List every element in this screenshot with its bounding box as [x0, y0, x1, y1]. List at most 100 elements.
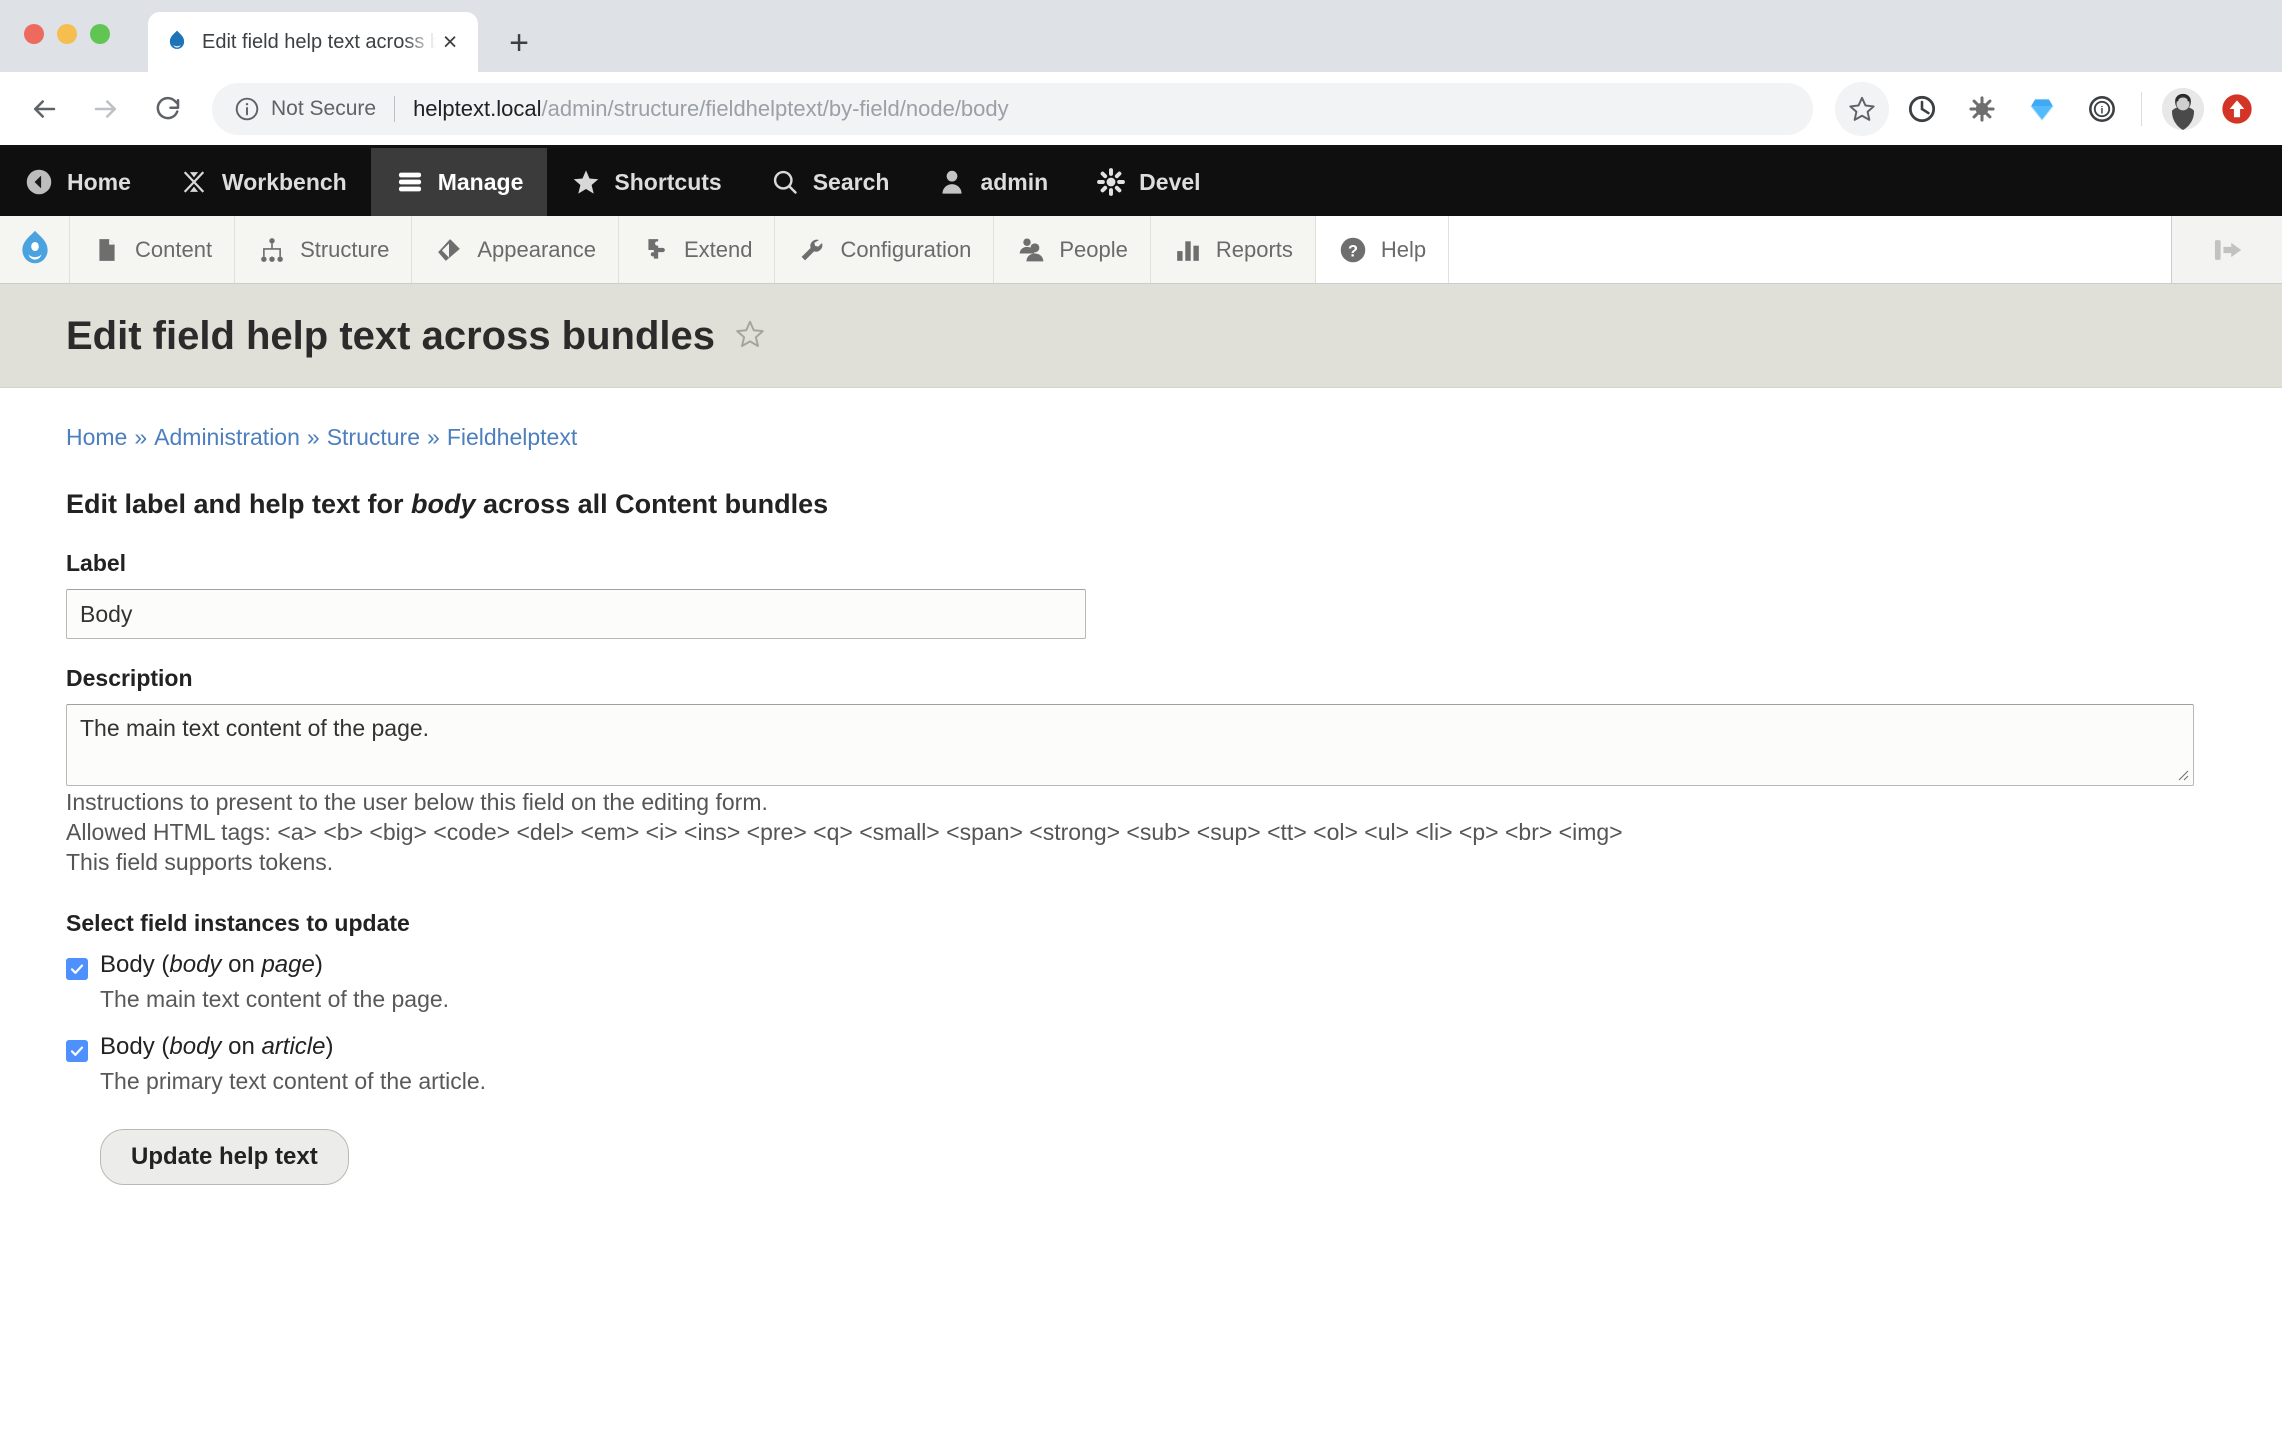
instance-checkbox-page[interactable]: [66, 958, 88, 981]
gear-icon: [1096, 167, 1126, 197]
instance-label-suffix: ): [314, 951, 323, 979]
toolbar-item-admin[interactable]: admin: [913, 148, 1072, 216]
tab-strip: Edit field help text across bund × +: [0, 0, 2282, 72]
gear-bug-icon[interactable]: [1955, 82, 2009, 136]
toolbar-item-home[interactable]: Home: [0, 148, 155, 216]
workbench-icon: [179, 167, 209, 197]
instance-bundle-name: page: [261, 951, 315, 979]
breadcrumb-separator: »: [306, 424, 320, 450]
toolbar-item-shortcuts[interactable]: Shortcuts: [547, 148, 745, 216]
manage-menu-item-structure[interactable]: Structure: [235, 216, 413, 283]
description-textarea-wrapper: [66, 704, 2194, 786]
svg-text:i: i: [2101, 104, 2104, 116]
question-circle-icon: ?: [1338, 235, 1368, 265]
clock-circle-icon[interactable]: [1895, 82, 1949, 136]
collapse-left-icon[interactable]: [2172, 216, 2282, 283]
info-badge-icon[interactable]: i: [2075, 82, 2129, 136]
bookmark-star-icon[interactable]: [1835, 81, 1889, 136]
instances-fieldset-title: Select field instances to update: [66, 910, 410, 937]
update-help-text-button[interactable]: Update help text: [100, 1129, 349, 1186]
toolbar-divider: [2141, 91, 2142, 126]
toolbar-item-devel[interactable]: Devel: [1072, 148, 1224, 216]
toolbar-item-workbench[interactable]: Workbench: [155, 148, 371, 216]
manage-menu-item-help[interactable]: ? Help: [1315, 216, 1450, 283]
url-host: helptext.local: [413, 95, 542, 121]
puzzle-icon: [641, 235, 671, 265]
toolbar-item-manage[interactable]: Manage: [370, 148, 548, 216]
manage-menu-item-label: Structure: [300, 236, 390, 262]
manage-menu-item-appearance[interactable]: Appearance: [412, 216, 619, 283]
wrench-icon: [797, 235, 827, 265]
url-path: /admin/structure/fieldhelptext/by-field/…: [541, 95, 1009, 121]
manage-menu-item-extend[interactable]: Extend: [619, 216, 776, 283]
toolbar-item-label: Home: [67, 168, 131, 195]
person-icon: [937, 167, 967, 197]
browser-tab[interactable]: Edit field help text across bund ×: [148, 12, 478, 72]
page-title: Edit field help text across bundles: [66, 314, 716, 358]
search-icon: [770, 167, 800, 197]
tab-title: Edit field help text across bund: [202, 30, 436, 53]
instance-label-suffix: ): [325, 1033, 334, 1061]
help-line-allowed-tags: Allowed HTML tags: <a> <b> <big> <code> …: [66, 819, 1623, 846]
label-input[interactable]: [66, 589, 1086, 639]
drupal-logo[interactable]: [0, 216, 70, 283]
maximize-window-button[interactable]: [90, 24, 110, 44]
heading-prefix: Edit label and help text for: [66, 489, 412, 519]
profile-avatar[interactable]: [2162, 87, 2204, 130]
instance-checkbox-article[interactable]: [66, 1040, 88, 1063]
new-tab-button[interactable]: +: [496, 20, 542, 66]
favorite-star-icon[interactable]: [735, 319, 765, 354]
diamond-icon[interactable]: [2015, 82, 2069, 136]
manage-menu-item-label: Help: [1380, 236, 1427, 262]
manage-menu-item-content[interactable]: Content: [70, 216, 236, 283]
instance-row-page[interactable]: Body (body on page): [66, 951, 2216, 981]
close-window-button[interactable]: [24, 24, 44, 44]
breadcrumb-item-fieldhelptext[interactable]: Fieldhelptext: [447, 424, 577, 450]
toolbar-item-label: Shortcuts: [614, 168, 722, 195]
manage-menu-bar: Content Structure Appearance Extend Conf…: [0, 216, 2282, 284]
label-field-label: Label: [66, 550, 127, 576]
admin-toolbar: Home Workbench Manage Shortcuts Search a…: [0, 148, 2282, 216]
label-field-group: Label: [66, 550, 2216, 639]
instance-item: Body (body on article) The primary text …: [66, 1033, 2216, 1095]
instance-label-article: Body (body on article): [100, 1033, 333, 1061]
instance-label-prefix: Body (: [100, 1033, 170, 1061]
manage-menu-item-label: Content: [135, 236, 213, 262]
bar-chart-icon: [1173, 235, 1203, 265]
minimize-window-button[interactable]: [57, 24, 77, 44]
instance-label-page: Body (body on page): [100, 951, 323, 979]
browser-window: Edit field help text across bund × +: [0, 0, 2282, 1448]
description-textarea[interactable]: [66, 704, 2194, 786]
toolbar-item-label: Manage: [437, 168, 524, 195]
hamburger-icon: [395, 167, 425, 197]
reload-icon[interactable]: [144, 85, 192, 133]
instance-row-article[interactable]: Body (body on article): [66, 1033, 2216, 1063]
info-circle-icon[interactable]: [234, 96, 260, 122]
breadcrumb-item-structure[interactable]: Structure: [327, 424, 420, 450]
toolbar-item-label: Devel: [1139, 168, 1201, 195]
forward-icon[interactable]: [82, 85, 130, 133]
manage-menu-item-label: Configuration: [840, 236, 972, 262]
breadcrumb-separator: »: [134, 424, 148, 450]
manage-menu-item-reports[interactable]: Reports: [1151, 216, 1316, 283]
close-icon[interactable]: ×: [436, 28, 464, 56]
drupal-droplet-icon: [164, 29, 190, 55]
address-divider: [394, 95, 396, 122]
main-content: Home» Administration» Structure» Fieldhelpt…: [0, 388, 2282, 1448]
instance-label-middle: on: [221, 951, 262, 979]
manage-menu-item-people[interactable]: People: [994, 216, 1151, 283]
hierarchy-icon: [257, 235, 287, 265]
back-icon[interactable]: [20, 85, 68, 133]
manage-menu-item-configuration[interactable]: Configuration: [775, 216, 995, 283]
description-field-label: Description: [66, 665, 193, 691]
browser-toolbar: Not Secure helptext.local/admin/structur…: [0, 72, 2282, 148]
toolbar-item-label: Workbench: [221, 168, 347, 195]
address-bar[interactable]: Not Secure helptext.local/admin/structur…: [212, 82, 1813, 135]
extension-icons: i: [1829, 81, 2264, 136]
instance-field-name: body: [169, 1033, 222, 1061]
upload-arrow-icon[interactable]: [2210, 82, 2264, 136]
breadcrumb-item-administration[interactable]: Administration: [154, 424, 300, 450]
toolbar-item-search[interactable]: Search: [746, 148, 914, 216]
breadcrumb-item-home[interactable]: Home: [66, 424, 127, 450]
manage-menu-item-label: People: [1059, 236, 1128, 262]
